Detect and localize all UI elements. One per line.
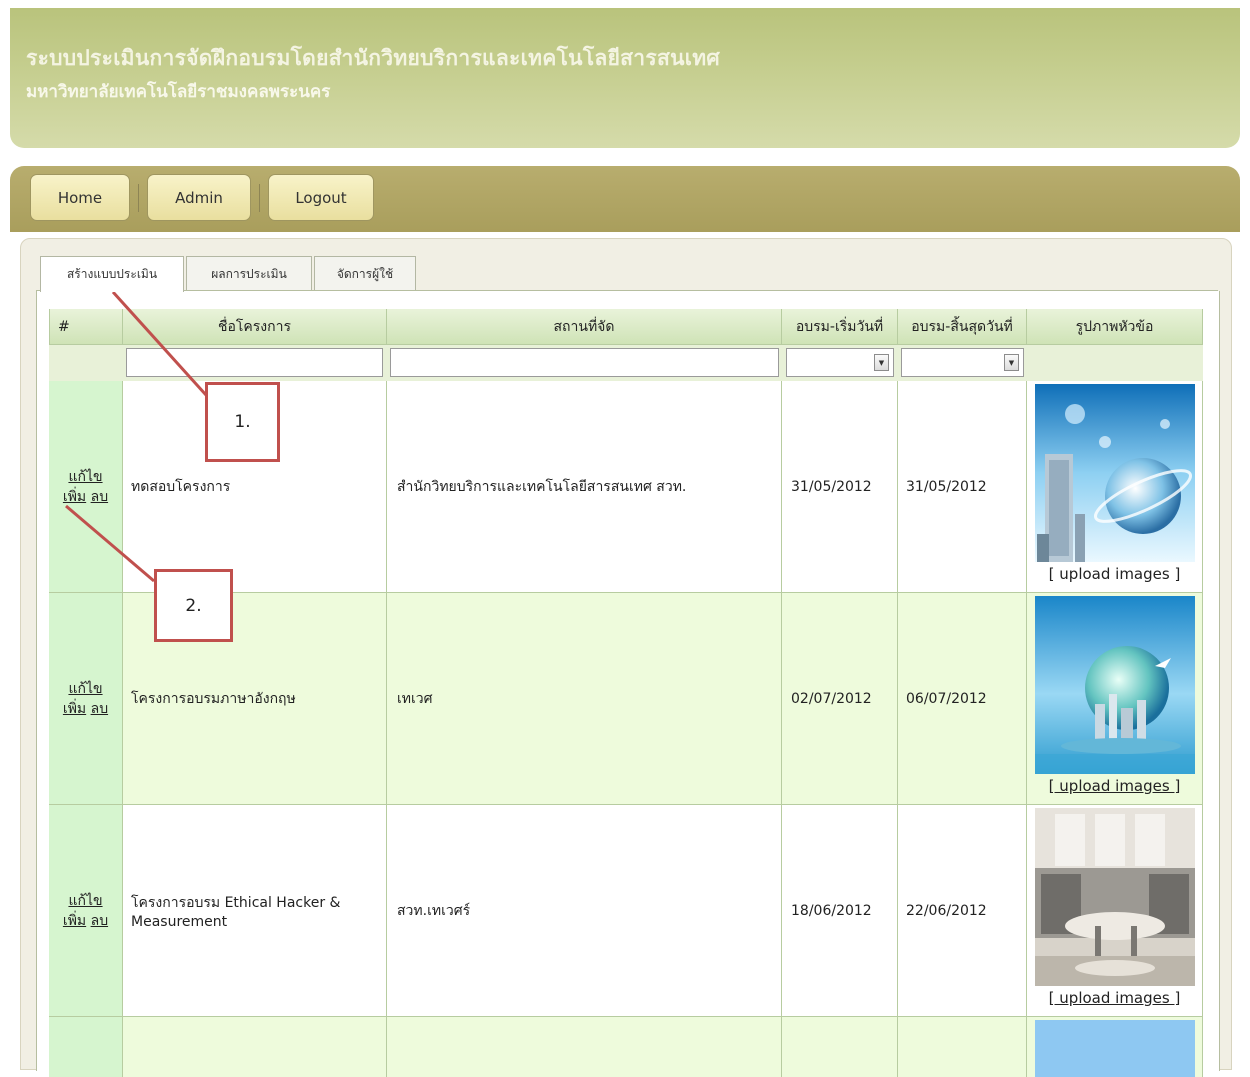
edit-link[interactable]: แก้ไข <box>68 681 102 697</box>
upload-images-link[interactable]: [ upload images ] <box>1049 989 1181 1007</box>
chevron-down-icon[interactable]: ▼ <box>874 354 889 371</box>
tab-create-evaluation[interactable]: สร้างแบบประเมิน <box>40 256 184 292</box>
chevron-down-icon[interactable]: ▼ <box>1004 354 1019 371</box>
project-name-cell <box>123 1017 387 1077</box>
topic-image-cell: [ upload images ] <box>1027 381 1203 592</box>
nav-separator <box>138 184 139 212</box>
column-header-index[interactable]: # <box>49 309 123 345</box>
column-header-end-date[interactable]: อบรม-สิ้นสุดวันที่ <box>898 309 1027 345</box>
tab-manage-users[interactable]: จัดการผู้ใช้ <box>314 256 416 291</box>
project-name-cell: โครงการอบรม Ethical Hacker & Measurement <box>123 805 387 1016</box>
delete-link[interactable]: ลบ <box>91 913 108 929</box>
callout-box-two: 2. <box>154 569 233 642</box>
nav-separator <box>259 184 260 212</box>
row-actions: แก้ไข เพิ่ม ลบ <box>49 381 123 592</box>
table-row: แก้ไข เพิ่ม ลบ โครงการอบรม Ethical Hacke… <box>49 805 1203 1017</box>
admin-button[interactable]: Admin <box>147 174 251 221</box>
venue-cell: สวท.เทเวศร์ <box>387 805 782 1016</box>
edit-link[interactable]: แก้ไข <box>68 469 102 485</box>
column-header-topic-image[interactable]: รูปภาพหัวข้อ <box>1027 309 1203 345</box>
globe-island-image <box>1034 596 1195 774</box>
delete-link[interactable]: ลบ <box>91 489 108 505</box>
row-actions <box>49 1017 123 1077</box>
logout-button[interactable]: Logout <box>268 174 374 221</box>
site-title: ระบบประเมินการจัดฝึกอบรมโดยสำนักวิทยบริก… <box>26 46 720 70</box>
add-link[interactable]: เพิ่ม <box>63 913 86 929</box>
venue-filter-input[interactable] <box>390 348 779 377</box>
office-interior-image <box>1034 808 1195 986</box>
site-header: ระบบประเมินการจัดฝึกอบรมโดยสำนักวิทยบริก… <box>10 8 1240 148</box>
end-date-cell: 06/07/2012 <box>898 593 1027 804</box>
end-date-filter-select[interactable]: ▼ <box>901 348 1024 377</box>
project-name-filter-input[interactable] <box>126 348 383 377</box>
start-date-filter-select[interactable]: ▼ <box>786 348 894 377</box>
start-date-cell: 31/05/2012 <box>782 381 898 592</box>
upload-images-link[interactable]: [ upload images ] <box>1049 565 1181 583</box>
add-link[interactable]: เพิ่ม <box>63 701 86 717</box>
venue-cell: เทเวศ <box>387 593 782 804</box>
start-date-cell: 02/07/2012 <box>782 593 898 804</box>
column-header-venue[interactable]: สถานที่จัด <box>387 309 782 345</box>
callout-box-one: 1. <box>205 382 280 462</box>
topic-image-cell: [ upload images ] <box>1027 593 1203 804</box>
upload-images-link[interactable]: [ upload images ] <box>1049 777 1181 795</box>
venue-cell <box>387 1017 782 1077</box>
end-date-cell: 31/05/2012 <box>898 381 1027 592</box>
add-link[interactable]: เพิ่ม <box>63 489 86 505</box>
end-date-cell: 22/06/2012 <box>898 805 1027 1016</box>
venue-cell: สำนักวิทยบริการและเทคโนโลยีสารสนเทศ สวท. <box>387 381 782 592</box>
delete-link[interactable]: ลบ <box>91 701 108 717</box>
start-date-cell: 18/06/2012 <box>782 805 898 1016</box>
end-date-cell <box>898 1017 1027 1077</box>
globe-city-image <box>1034 384 1195 562</box>
row-actions: แก้ไข เพิ่ม ลบ <box>49 805 123 1016</box>
topic-image-placeholder <box>1034 1020 1195 1077</box>
tab-evaluation-results[interactable]: ผลการประเมิน <box>186 256 312 291</box>
home-button[interactable]: Home <box>30 174 130 221</box>
row-actions: แก้ไข เพิ่ม ลบ <box>49 593 123 804</box>
table-row <box>49 1017 1203 1077</box>
site-subtitle: มหาวิทยาลัยเทคโนโลยีราชมงคลพระนคร <box>26 82 331 102</box>
column-header-start-date[interactable]: อบรม-เริ่มวันที่ <box>782 309 898 345</box>
topic-image-cell: [ upload images ] <box>1027 805 1203 1016</box>
column-header-project-name[interactable]: ชื่อโครงการ <box>123 309 387 345</box>
topic-image-cell <box>1027 1017 1203 1077</box>
start-date-cell <box>782 1017 898 1077</box>
main-navbar: Home Admin Logout <box>10 166 1240 232</box>
edit-link[interactable]: แก้ไข <box>68 893 102 909</box>
